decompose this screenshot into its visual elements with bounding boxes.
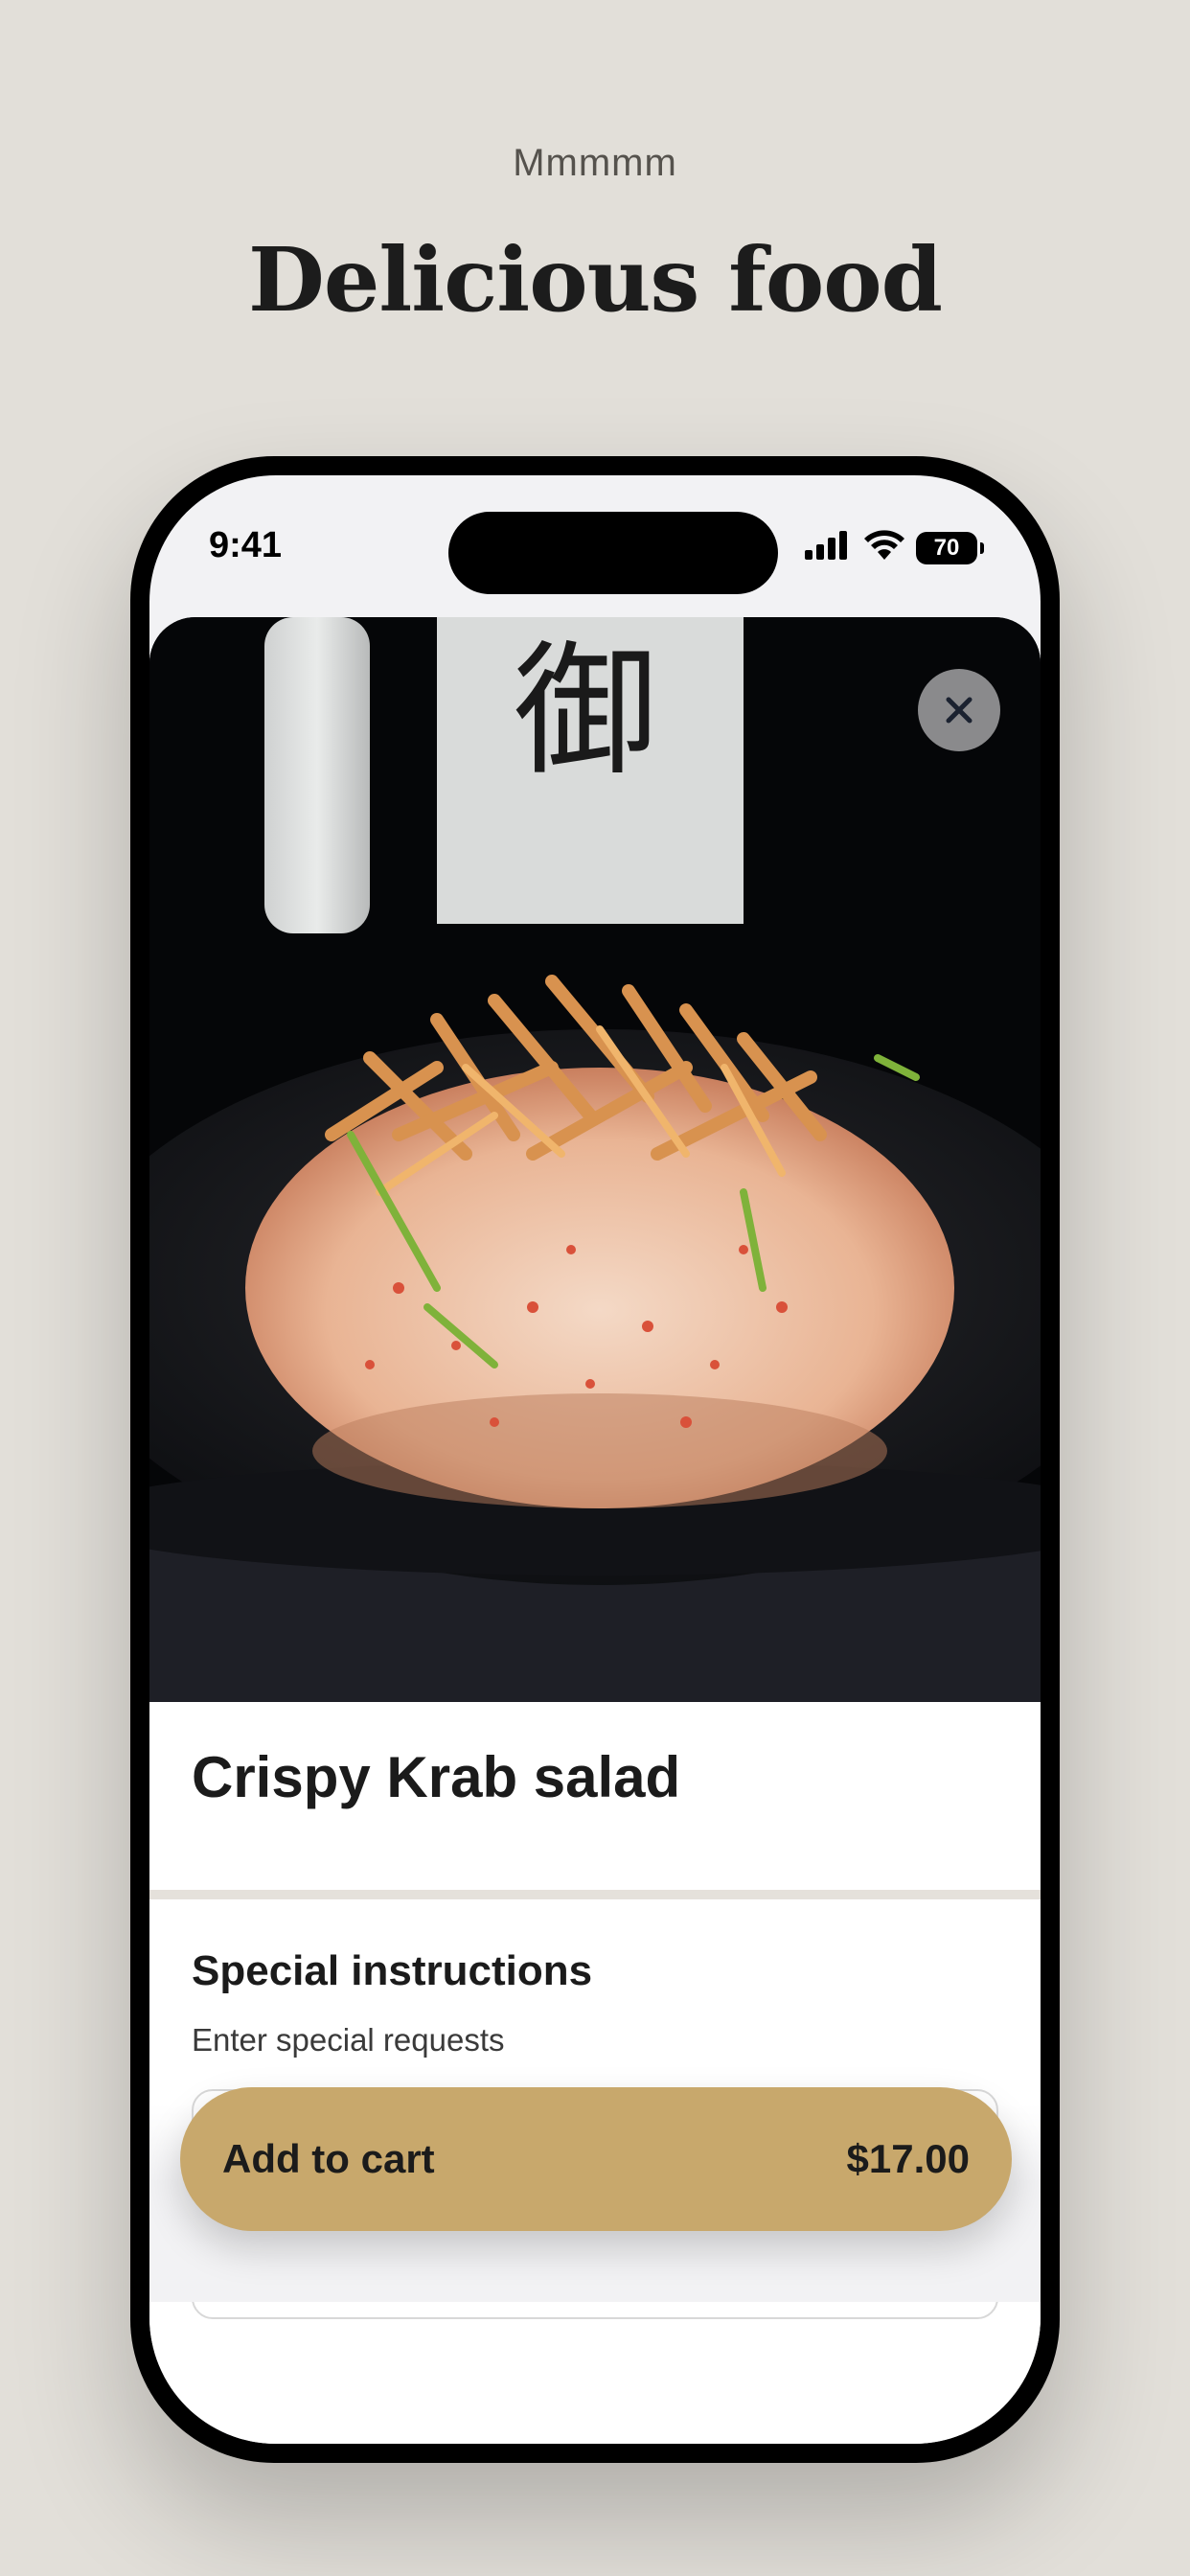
- food-photo: 御: [149, 617, 1041, 1702]
- phone-screen: 9:41 70 御 Crispy Krab salad Special inst…: [149, 475, 1041, 2444]
- phone-frame: 9:41 70 御 Crispy Krab salad Special inst…: [130, 456, 1060, 2463]
- eyebrow-text: Mmmmm: [513, 142, 677, 184]
- dynamic-island: [448, 512, 778, 594]
- item-title: Crispy Krab salad: [192, 1745, 681, 1809]
- svg-text:御: 御: [514, 629, 657, 795]
- section-divider: [149, 1890, 1041, 1899]
- add-to-cart-button[interactable]: Add to cart $17.00: [180, 2087, 1012, 2231]
- cellular-signal-icon: [803, 529, 853, 566]
- add-to-cart-label: Add to cart: [222, 2136, 435, 2181]
- status-time: 9:41: [209, 525, 283, 565]
- wifi-icon: [862, 529, 906, 566]
- status-icons: 70: [803, 529, 984, 566]
- battery-icon: 70: [916, 531, 984, 564]
- close-button[interactable]: [918, 669, 1000, 751]
- price-label: $17.00: [846, 2136, 970, 2181]
- close-icon: [946, 697, 973, 724]
- page-headline: Delicious food: [248, 228, 943, 332]
- special-instructions-title: Special instructions: [192, 1947, 593, 1994]
- special-instructions-subtitle: Enter special requests: [192, 2022, 505, 2058]
